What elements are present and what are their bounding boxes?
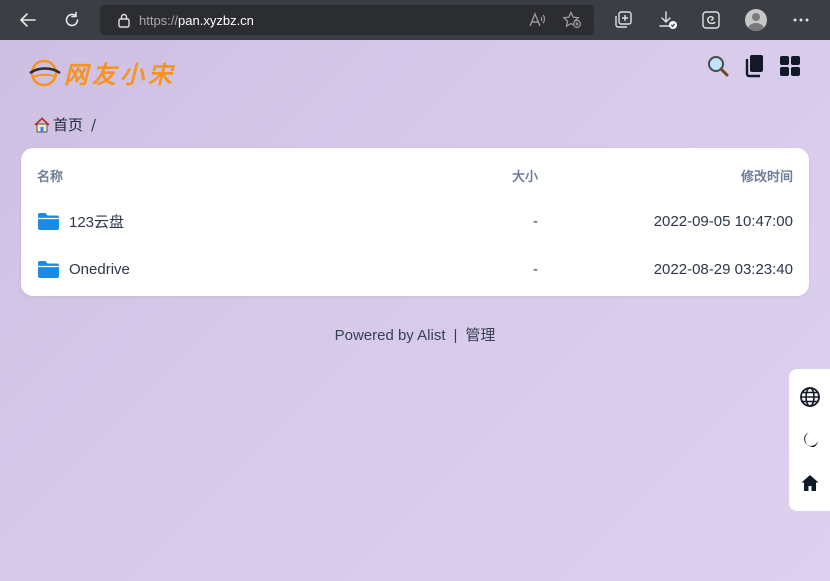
file-name[interactable]: 123云盘 <box>69 211 124 232</box>
url-host: pan.xyzbz.cn <box>178 12 254 28</box>
collections-icon[interactable] <box>612 8 634 32</box>
breadcrumb-separator: / <box>91 115 97 134</box>
address-bar[interactable]: https://pan.xyzbz.cn <box>100 5 594 35</box>
site-logo[interactable]: 网友小宋 <box>28 52 176 92</box>
read-aloud-icon[interactable] <box>528 11 546 29</box>
search-icon[interactable] <box>706 54 730 78</box>
file-size: - <box>533 260 538 278</box>
language-icon[interactable] <box>798 385 822 409</box>
back-icon[interactable] <box>16 8 40 32</box>
downloads-icon[interactable] <box>657 8 679 32</box>
powered-by-link[interactable]: Powered by Alist <box>335 327 446 344</box>
home-icon[interactable] <box>33 116 51 134</box>
breadcrumb: 首页 / <box>33 114 96 135</box>
column-header-size[interactable]: 大小 <box>512 166 538 185</box>
copy-icon[interactable] <box>742 54 766 78</box>
logo-text: 网友小宋 <box>64 59 176 89</box>
lock-icon[interactable] <box>117 12 131 28</box>
folder-icon <box>37 260 60 279</box>
browser-toolbar: https://pan.xyzbz.cn <box>0 0 830 40</box>
folder-icon <box>37 212 60 231</box>
url-text[interactable]: https://pan.xyzbz.cn <box>139 13 254 28</box>
file-name[interactable]: Onedrive <box>69 261 130 278</box>
file-modified: 2022-08-29 03:23:40 <box>653 260 793 278</box>
grid-view-icon[interactable] <box>778 54 802 78</box>
column-header-name[interactable]: 名称 <box>37 166 63 185</box>
more-icon[interactable] <box>790 8 812 32</box>
footer: Powered by Alist | 管理 <box>0 324 830 345</box>
footer-separator: | <box>453 327 458 344</box>
edge-icon[interactable] <box>700 8 722 32</box>
manage-link[interactable]: 管理 <box>465 327 495 344</box>
profile-avatar[interactable] <box>745 8 767 32</box>
side-toolbar <box>789 369 830 511</box>
file-name-cell[interactable]: Onedrive <box>37 260 130 279</box>
top-toolbar <box>706 54 802 78</box>
avatar[interactable] <box>745 9 767 31</box>
file-name-cell[interactable]: 123云盘 <box>37 211 124 232</box>
file-modified: 2022-09-05 10:47:00 <box>653 212 793 230</box>
table-row[interactable]: Onedrive - 2022-08-29 03:23:40 <box>21 249 809 289</box>
add-favorite-icon[interactable] <box>562 11 582 29</box>
breadcrumb-home[interactable]: 首页 <box>53 114 83 135</box>
column-header-modified[interactable]: 修改时间 <box>741 166 793 185</box>
table-row[interactable]: 123云盘 - 2022-09-05 10:47:00 <box>21 201 809 241</box>
dark-mode-icon[interactable] <box>798 428 822 452</box>
home-icon[interactable] <box>798 471 822 495</box>
refresh-icon[interactable] <box>60 8 84 32</box>
file-list: 名称 大小 修改时间 123云盘 - 2022-09-05 10:47:00 O… <box>21 148 809 296</box>
table-header: 名称 大小 修改时间 <box>21 166 809 186</box>
url-protocol: https:// <box>139 12 179 28</box>
logo-mark-icon <box>28 55 62 89</box>
file-size: - <box>533 212 538 230</box>
